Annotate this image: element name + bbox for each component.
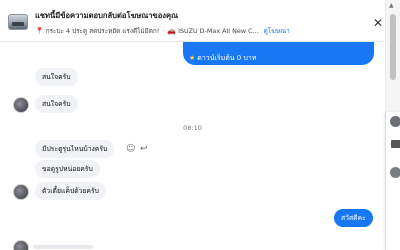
chat-header: แชทนี้มีข้อความตอบกลับต่อโฆษณาของคุณ 📍 ก… <box>0 0 385 42</box>
separator-dot: · <box>162 27 165 35</box>
avatar[interactable] <box>390 116 400 127</box>
star-icon: ★ <box>189 54 196 62</box>
car-icon: 🚗 <box>167 27 177 35</box>
avatar[interactable] <box>13 240 29 250</box>
smile-icon[interactable]: ☺ <box>126 145 135 154</box>
header-title: แชทนี้มีข้อความตอบกลับต่อโฆษณาของคุณ <box>35 11 179 20</box>
incoming-message[interactable]: ตัวเตี้ยแค็ปด้วยครับ <box>35 182 106 200</box>
ad-vehicle: ISUZU D-Max All New C... <box>178 27 259 35</box>
ad-bubble-text: ดาวน์เริ่มต้น 0 บาท <box>197 54 257 62</box>
scroll-thumb[interactable] <box>390 14 396 80</box>
incoming-message[interactable]: สนใจครับ <box>35 68 78 86</box>
map-pin-icon: 📍 <box>35 27 44 35</box>
view-ad-link[interactable]: ดูโฆษณา <box>264 26 290 36</box>
incoming-message[interactable]: มีประตูรุ่นไหนบ้างครับ <box>35 140 115 158</box>
outgoing-message[interactable]: สวัสดีคะ <box>334 209 373 227</box>
close-icon[interactable]: ✕ <box>372 17 384 29</box>
chat-window: แชทนี้มีข้อความตอบกลับต่อโฆษณาของคุณ 📍 ก… <box>0 0 400 250</box>
timestamp-divider: 08:10 <box>183 124 202 132</box>
message-list: ★ ดาวน์เริ่มต้น 0 บาท สนใจครับ สนใจครับ 0… <box>0 42 385 250</box>
avatar[interactable] <box>13 97 29 113</box>
avatar[interactable] <box>390 167 400 178</box>
ad-thumbnail[interactable] <box>8 14 28 30</box>
scroll-up-icon[interactable]: ▲ <box>389 2 394 9</box>
avatar[interactable] <box>13 184 29 200</box>
incoming-message[interactable]: สนใจครับ <box>35 95 78 113</box>
reply-icon[interactable]: ↩ <box>140 145 148 154</box>
media-icon[interactable] <box>391 140 400 148</box>
ad-reply-bubble[interactable]: ★ ดาวน์เริ่มต้น 0 บาท <box>183 42 374 65</box>
incoming-message[interactable]: ขอดูรูปหน่อยครับ <box>35 160 100 178</box>
side-panel-peek <box>385 112 400 250</box>
ad-location: กระบะ 4 ประตู สดประหยัด แรงดีไม่มีตก! <box>45 27 160 35</box>
typing-placeholder <box>33 245 93 249</box>
header-subtitle: 📍 กระบะ 4 ประตู สดประหยัด แรงดีไม่มีตก! … <box>35 26 290 36</box>
